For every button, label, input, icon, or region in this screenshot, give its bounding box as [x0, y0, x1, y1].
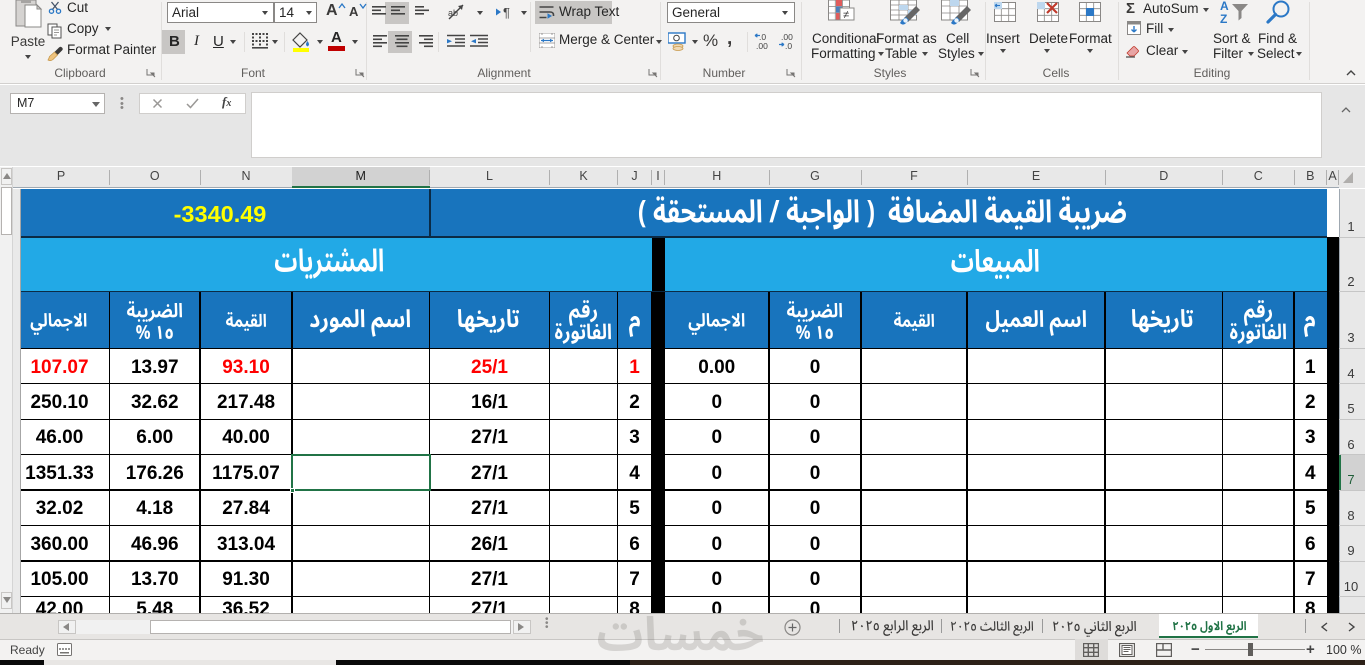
svg-text:¶: ¶: [503, 5, 510, 20]
svg-text:.0: .0: [785, 41, 792, 51]
svg-text:Z: Z: [1220, 12, 1227, 26]
svg-text:.00: .00: [756, 41, 768, 51]
svg-text:ab: ab: [448, 8, 458, 18]
svg-text:≠: ≠: [843, 9, 849, 21]
